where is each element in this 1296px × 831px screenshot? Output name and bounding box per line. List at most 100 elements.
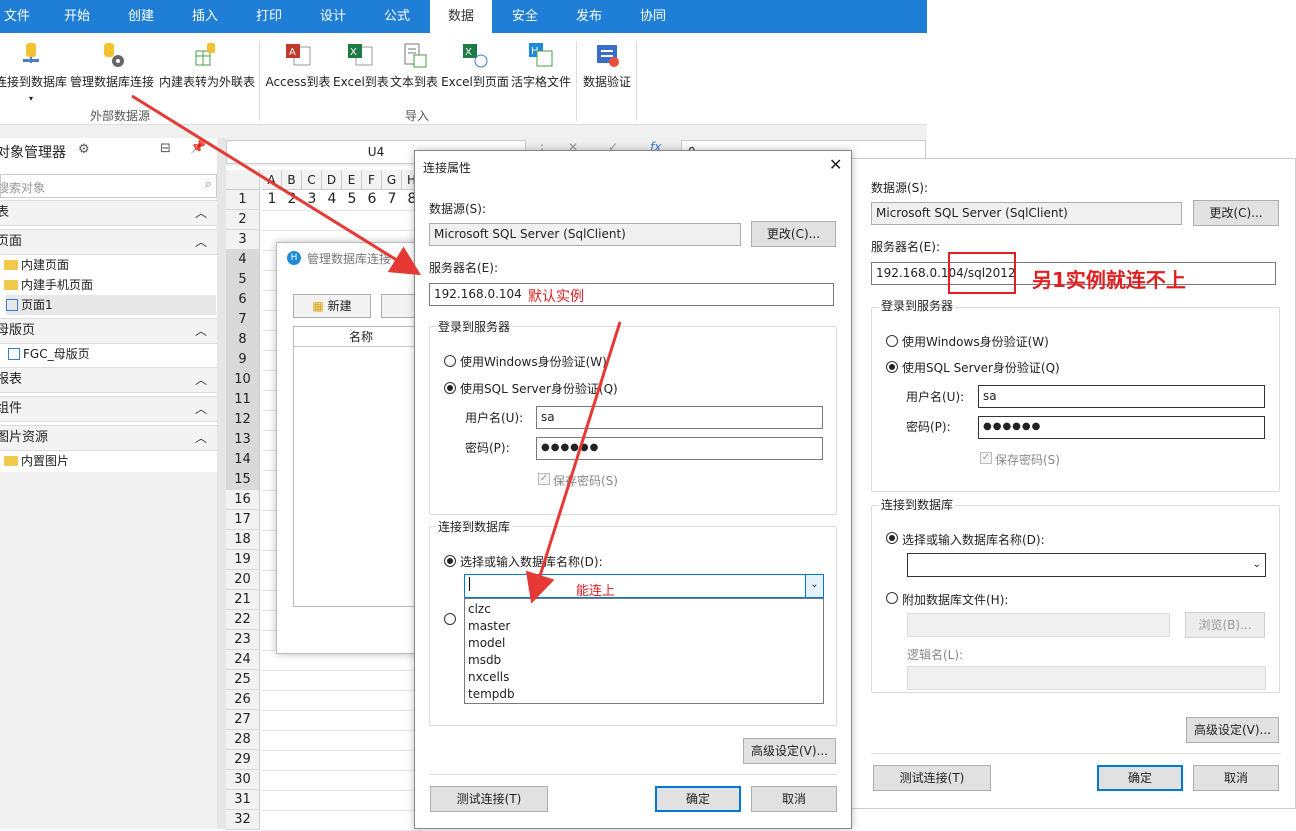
attach-db-radio[interactable]: [886, 592, 898, 604]
row-header[interactable]: 2: [226, 210, 260, 230]
db-option[interactable]: master: [468, 618, 510, 635]
tab-security[interactable]: 安全: [496, 0, 554, 33]
advanced-settings-button[interactable]: 高级设定(V)...: [743, 738, 836, 764]
section-master[interactable]: 母版页 ︿: [0, 318, 217, 344]
cell-value[interactable]: 7: [382, 191, 402, 207]
db-option[interactable]: clzc: [468, 601, 491, 618]
attach-db-radio[interactable]: [444, 613, 456, 625]
windows-auth-radio[interactable]: [444, 355, 456, 367]
cancel-button[interactable]: 取消: [751, 786, 837, 812]
row-header[interactable]: 26: [226, 690, 260, 710]
row-header[interactable]: 31: [226, 790, 260, 810]
row-header[interactable]: 13: [226, 430, 260, 450]
row-header[interactable]: 5: [226, 270, 260, 290]
db-name-combobox[interactable]: ⌄: [907, 553, 1266, 577]
row-header[interactable]: 18: [226, 530, 260, 550]
sql-auth-radio[interactable]: [444, 382, 456, 394]
row-header[interactable]: 9: [226, 350, 260, 370]
chevron-down-icon[interactable]: ⌄: [805, 575, 823, 597]
pin-icon[interactable]: 📌: [190, 140, 206, 155]
close-icon[interactable]: ✕: [829, 155, 842, 174]
cell-value[interactable]: 4: [322, 191, 342, 207]
row-header[interactable]: 10: [226, 370, 260, 390]
text-import-button[interactable]: 文本到表: [389, 41, 439, 90]
tab-home[interactable]: 开始: [48, 0, 106, 33]
tab-formula[interactable]: 公式: [368, 0, 426, 33]
db-option[interactable]: model: [468, 635, 505, 652]
section-table[interactable]: 表 ︿: [0, 200, 217, 226]
row-header[interactable]: 23: [226, 630, 260, 650]
db-option[interactable]: nxcells: [468, 669, 509, 686]
corner-cell[interactable]: [226, 170, 260, 190]
tree-item-page1[interactable]: 页面1: [6, 295, 216, 315]
db-dropdown-list[interactable]: clzc master model msdb nxcells tempdb: [464, 598, 824, 704]
row-header[interactable]: 12: [226, 410, 260, 430]
row-header[interactable]: 6: [226, 290, 260, 310]
tab-collab[interactable]: 协同: [624, 0, 682, 33]
column-header[interactable]: B: [282, 170, 302, 190]
manage-db-button[interactable]: 管理数据库连接: [70, 41, 154, 90]
tab-file[interactable]: 文件: [0, 0, 34, 33]
ok-button[interactable]: 确定: [655, 786, 741, 812]
select-db-radio[interactable]: [444, 555, 456, 567]
column-header[interactable]: F: [362, 170, 382, 190]
section-image[interactable]: 图片资源 ︿: [0, 425, 217, 451]
chevron-down-icon[interactable]: ⌄: [1253, 555, 1261, 575]
db-option[interactable]: tempdb: [468, 686, 515, 703]
row-header[interactable]: 16: [226, 490, 260, 510]
row-header[interactable]: 7: [226, 310, 260, 330]
row-header[interactable]: 27: [226, 710, 260, 730]
row-header[interactable]: 3: [226, 230, 260, 250]
tab-create[interactable]: 创建: [112, 0, 170, 33]
windows-auth-radio[interactable]: [886, 335, 898, 347]
tree-item-builtin-image[interactable]: 内置图片: [4, 451, 69, 471]
tree-item-builtin-page[interactable]: 内建页面: [4, 255, 69, 275]
cell-value[interactable]: 1: [262, 191, 282, 207]
username-field[interactable]: sa: [978, 385, 1265, 408]
section-component[interactable]: 组件 ︿: [0, 396, 217, 422]
cell-value[interactable]: 2: [282, 191, 302, 207]
row-header[interactable]: 15: [226, 470, 260, 490]
row-header[interactable]: 17: [226, 510, 260, 530]
search-icon[interactable]: ⌕: [205, 177, 212, 192]
cancel-button[interactable]: 取消: [1193, 765, 1279, 791]
access-import-button[interactable]: A Access到表: [265, 41, 331, 90]
object-search-field[interactable]: 搜索对象 ⌕: [0, 174, 217, 198]
tab-design[interactable]: 设计: [304, 0, 362, 33]
db-name-combobox[interactable]: ⌄: [464, 574, 824, 598]
new-connection-button[interactable]: ▦ 新建: [293, 294, 371, 318]
row-header[interactable]: 11: [226, 390, 260, 410]
tab-data[interactable]: 数据: [430, 0, 492, 33]
change-datasource-button[interactable]: 更改(C)...: [751, 221, 836, 247]
row-header[interactable]: 30: [226, 770, 260, 790]
row-header[interactable]: 29: [226, 750, 260, 770]
ok-button[interactable]: 确定: [1097, 765, 1183, 791]
password-field[interactable]: ●●●●●●: [536, 437, 823, 460]
gear-icon[interactable]: ⚙: [78, 142, 90, 157]
row-header[interactable]: 4: [226, 250, 260, 270]
connect-db-button[interactable]: 连接到数据库 ▾: [0, 41, 68, 104]
row-header[interactable]: 32: [226, 810, 260, 830]
huozige-file-button[interactable]: H 活字格文件: [509, 41, 573, 90]
tree-item-fgc-master[interactable]: FGC_母版页: [8, 344, 90, 364]
section-report[interactable]: 报表 ︿: [0, 367, 217, 393]
column-header[interactable]: E: [342, 170, 362, 190]
tab-print[interactable]: 打印: [240, 0, 298, 33]
row-header[interactable]: 24: [226, 650, 260, 670]
sql-auth-radio[interactable]: [886, 361, 898, 373]
tab-insert[interactable]: 插入: [176, 0, 234, 33]
cell-value[interactable]: 6: [362, 191, 382, 207]
column-header[interactable]: C: [302, 170, 322, 190]
row-header[interactable]: 28: [226, 730, 260, 750]
db-option[interactable]: msdb: [468, 652, 501, 669]
connection-list[interactable]: 名称: [293, 326, 428, 607]
cell-value[interactable]: 5: [342, 191, 362, 207]
row-header[interactable]: 19: [226, 550, 260, 570]
test-connection-button[interactable]: 测试连接(T): [873, 765, 991, 791]
row-header[interactable]: 21: [226, 590, 260, 610]
tree-item-builtin-mobile[interactable]: 内建手机页面: [4, 275, 93, 295]
column-header[interactable]: G: [382, 170, 402, 190]
data-validation-button[interactable]: 数据验证: [582, 41, 632, 90]
tab-publish[interactable]: 发布: [560, 0, 618, 33]
excel-import-button[interactable]: X Excel到表: [333, 41, 389, 90]
